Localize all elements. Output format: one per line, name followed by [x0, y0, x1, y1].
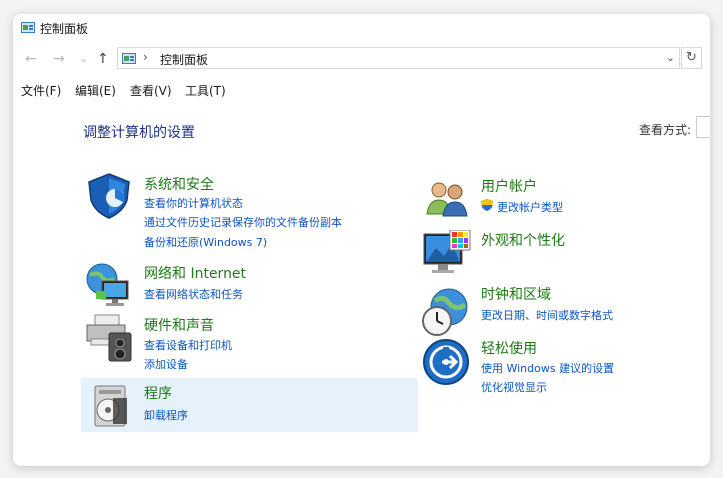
link-recommended-settings[interactable]: 使用 Windows 建议的设置 — [481, 360, 614, 376]
control-panel-icon — [21, 22, 35, 33]
category-title[interactable]: 外观和个性化 — [481, 230, 565, 250]
category-title[interactable]: 系统和安全 — [144, 174, 214, 194]
title-bar: 控制面板 — [13, 14, 710, 42]
menu-view[interactable]: 查看(V) — [130, 82, 172, 99]
view-by-dropdown[interactable] — [696, 116, 710, 138]
category-ease-of-access: 轻松使用 使用 Windows 建议的设置 优化视觉显示 — [419, 336, 704, 398]
navigation-bar: ← → ⌄ ↑ › 控制面板 ⌄ ↻ — [13, 44, 710, 74]
category-title[interactable]: 时钟和区域 — [481, 284, 551, 304]
ease-of-access-icon[interactable] — [422, 338, 470, 386]
breadcrumb-control-panel[interactable]: 控制面板 — [160, 51, 208, 68]
back-button[interactable]: ← — [25, 52, 37, 66]
network-globe-icon[interactable] — [84, 261, 132, 309]
address-dropdown-icon[interactable]: ⌄ — [666, 51, 675, 64]
category-title[interactable]: 网络和 Internet — [144, 263, 246, 283]
programs-icon[interactable] — [91, 384, 131, 428]
link-network-status[interactable]: 查看网络状态和任务 — [144, 286, 243, 302]
link-uninstall-program[interactable]: 卸载程序 — [144, 407, 188, 423]
personalization-monitor-icon[interactable] — [422, 230, 472, 278]
category-appearance: 外观和个性化 — [419, 228, 704, 280]
page-title: 调整计算机的设置 — [83, 125, 195, 141]
users-icon[interactable] — [425, 180, 469, 218]
category-title[interactable]: 程序 — [144, 383, 172, 403]
menu-edit[interactable]: 编辑(E) — [75, 82, 116, 99]
shield-icon[interactable] — [85, 172, 133, 220]
link-add-device[interactable]: 添加设备 — [144, 356, 188, 372]
category-system-security: 系统和安全 查看你的计算机状态 通过文件历史记录保存你的文件备份副本 备份和还原… — [81, 170, 421, 256]
link-change-account-type[interactable]: 更改帐户类型 — [497, 199, 563, 215]
view-by-label: 查看方式: — [639, 123, 692, 137]
forward-button[interactable]: → — [53, 52, 65, 66]
refresh-button[interactable]: ↻ — [681, 47, 702, 69]
breadcrumb-separator-icon[interactable]: › — [143, 50, 148, 64]
clock-globe-icon[interactable] — [421, 287, 469, 337]
category-hardware-sound: 硬件和声音 查看设备和打印机 添加设备 — [81, 311, 421, 375]
link-change-date-time-format[interactable]: 更改日期、时间或数字格式 — [481, 307, 613, 323]
control-panel-icon — [122, 53, 136, 64]
category-clock-region: 时钟和区域 更改日期、时间或数字格式 — [419, 284, 704, 340]
link-backup-restore[interactable]: 备份和还原(Windows 7) — [144, 234, 267, 250]
category-title[interactable]: 轻松使用 — [481, 338, 537, 358]
menu-tools[interactable]: 工具(T) — [185, 82, 226, 99]
recent-locations-button[interactable]: ⌄ — [79, 52, 88, 66]
window-title: 控制面板 — [40, 22, 89, 36]
up-button[interactable]: ↑ — [97, 52, 109, 66]
link-devices-printers[interactable]: 查看设备和打印机 — [144, 337, 232, 353]
menu-bar: 文件(F) 编辑(E) 查看(V) 工具(T) — [13, 80, 710, 100]
category-user-accounts: 用户帐户 更改帐户类型 — [419, 176, 704, 222]
printer-speaker-icon[interactable] — [85, 313, 133, 363]
control-panel-window: 控制面板 ← → ⌄ ↑ › 控制面板 ⌄ ↻ 文件(F) 编辑(E) 查看(V… — [13, 14, 710, 466]
link-file-history-backup[interactable]: 通过文件历史记录保存你的文件备份副本 — [144, 214, 342, 230]
category-network-internet: 网络和 Internet 查看网络状态和任务 — [81, 259, 421, 309]
uac-shield-icon — [481, 199, 493, 211]
link-optimize-visual-display[interactable]: 优化视觉显示 — [481, 379, 547, 395]
link-view-computer-status[interactable]: 查看你的计算机状态 — [144, 195, 243, 211]
category-title[interactable]: 硬件和声音 — [144, 315, 214, 335]
main-content: 调整计算机的设置 查看方式: 系统和安全 查看你的计算机状态 通过文件历史记录保… — [13, 104, 710, 466]
address-bar[interactable]: › 控制面板 ⌄ — [117, 47, 680, 69]
category-title[interactable]: 用户帐户 — [481, 176, 537, 196]
category-programs: 程序 卸载程序 — [81, 378, 418, 432]
menu-file[interactable]: 文件(F) — [21, 82, 61, 99]
